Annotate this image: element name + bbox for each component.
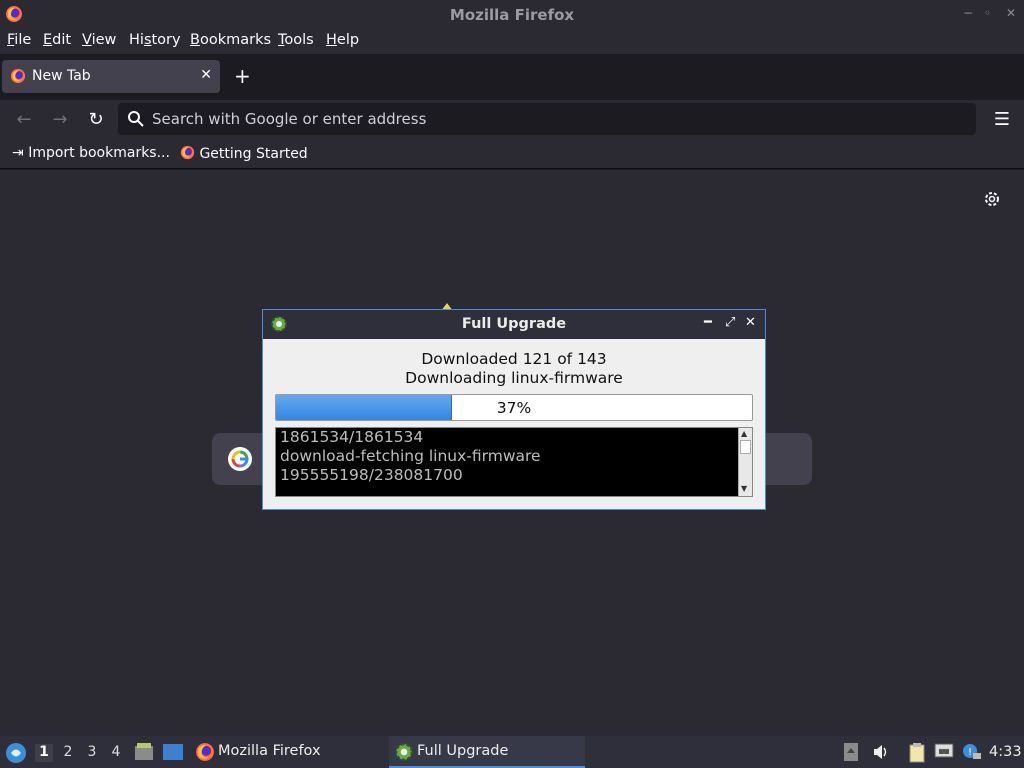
desktop-icon[interactable] (162, 743, 184, 765)
tab-strip: New Tab ✕ + (0, 54, 1024, 100)
workspace-4[interactable]: 4 (107, 744, 125, 762)
log-line: download-fetching linux-firmware (280, 447, 541, 465)
menu-bookmarks[interactable]: Bookmarks (190, 32, 271, 48)
tab-label: New Tab (32, 68, 91, 84)
maximize-button[interactable]: ◦ (984, 6, 991, 20)
task-label: Full Upgrade (417, 743, 509, 759)
menu-bookmarks-rest: ookmarks (199, 32, 272, 48)
menu-file-rest: ile (14, 32, 32, 48)
dialog-minimize-button[interactable]: ━ (704, 315, 712, 330)
navigation-bar: ← → ↻ ☰ (0, 100, 1024, 140)
firefox-bookmark-icon (180, 145, 195, 160)
full-upgrade-dialog: Full Upgrade ━ ⤢ ✕ Downloaded 121 of 143… (262, 309, 766, 510)
menu-bar: File Edit View History Bookmarks Tools H… (0, 29, 1024, 54)
bookmark-import[interactable]: ⇥ Import bookmarks... (12, 145, 170, 161)
menu-history-mnemonic: s (143, 32, 152, 48)
dialog-maximize-button[interactable]: ⤢ (725, 315, 735, 330)
tab-new-tab[interactable]: New Tab ✕ (2, 60, 220, 93)
task-full-upgrade[interactable]: Full Upgrade (389, 736, 585, 768)
dialog-titlebar: Full Upgrade ━ ⤢ ✕ (263, 310, 765, 339)
scroll-up-arrow-icon[interactable]: ▲ (741, 429, 747, 438)
workspace-1[interactable]: 1 (35, 744, 53, 762)
download-status-text: Downloading linux-firmware (405, 369, 623, 387)
scroll-down-arrow-icon[interactable]: ▼ (741, 484, 747, 493)
close-window-button[interactable]: ✕ (1006, 6, 1016, 20)
firefox-task-icon (196, 743, 214, 761)
menu-tools[interactable]: Tools (278, 32, 314, 48)
scroll-thumb[interactable] (740, 440, 751, 454)
dialog-title: Full Upgrade (461, 316, 567, 332)
bookmark-import-label: Import bookmarks... (28, 145, 170, 161)
log-output[interactable]: 1861534/1861534 download-fetching linux-… (275, 427, 753, 497)
svg-text:!: ! (968, 747, 972, 758)
menu-tools-rest: ools (284, 32, 314, 48)
new-tab-button[interactable]: + (234, 66, 251, 86)
back-button[interactable]: ← (12, 108, 36, 132)
close-tab-icon[interactable]: ✕ (200, 67, 212, 83)
clipboard-icon[interactable] (907, 743, 927, 767)
menu-edit-rest: dit (52, 32, 72, 48)
window-title: Mozilla Firefox (449, 6, 575, 24)
menu-view-rest: iew (91, 32, 117, 48)
forward-button[interactable]: → (48, 108, 72, 132)
network-icon[interactable] (934, 743, 954, 765)
import-icon: ⇥ (12, 145, 24, 161)
menu-help[interactable]: Help (326, 32, 359, 48)
minimize-button[interactable]: − (963, 6, 973, 20)
progress-label: 37% (496, 399, 532, 417)
workspace-2[interactable]: 2 (59, 744, 77, 762)
log-line: 195555198/238081700 (280, 466, 463, 484)
eject-icon[interactable] (844, 743, 858, 765)
menu-bookmarks-mnemonic: B (190, 32, 200, 48)
bookmarks-toolbar: ⇥ Import bookmarks... Getting Started (0, 140, 1024, 169)
taskbar: 1 2 3 4 Mozilla Firefox Full Upgrade ! 4… (0, 736, 1024, 768)
notification-icon[interactable]: ! (962, 743, 982, 765)
menu-history[interactable]: History (129, 32, 181, 48)
google-icon (228, 447, 252, 471)
menu-help-rest: elp (336, 32, 360, 48)
volume-icon[interactable] (872, 743, 890, 765)
url-bar[interactable] (118, 103, 976, 135)
bookmark-getting-started-label: Getting Started (199, 146, 308, 162)
search-icon (127, 110, 145, 132)
task-label: Mozilla Firefox (218, 743, 321, 759)
menu-view[interactable]: View (82, 32, 116, 48)
download-count-text: Downloaded 121 of 143 (421, 350, 607, 368)
log-line: 1861534/1861534 (280, 428, 424, 446)
task-mozilla-firefox[interactable]: Mozilla Firefox (192, 736, 382, 768)
reload-button[interactable]: ↻ (84, 108, 108, 132)
window-titlebar: Mozilla Firefox − ◦ ✕ (0, 0, 1024, 29)
dialog-close-button[interactable]: ✕ (745, 315, 756, 330)
menu-history-rest: tory (151, 32, 181, 48)
start-menu-icon[interactable] (5, 742, 27, 768)
menu-history-pre: Hi (129, 32, 144, 48)
log-scrollbar[interactable]: ▲ ▼ (738, 428, 752, 496)
hamburger-menu-icon[interactable]: ☰ (994, 109, 1010, 130)
menu-view-mnemonic: V (82, 32, 92, 48)
clock: 4:33 (989, 744, 1022, 760)
menu-file[interactable]: File (7, 32, 31, 48)
upgrade-progress-bar: 37% (275, 394, 753, 421)
bookmark-getting-started[interactable]: Getting Started (180, 145, 308, 162)
workspace-3[interactable]: 3 (83, 744, 101, 762)
gear-task-icon (395, 743, 413, 761)
menu-edit[interactable]: Edit (43, 32, 71, 48)
menu-help-mnemonic: H (326, 32, 337, 48)
file-manager-icon[interactable] (134, 742, 154, 766)
gear-icon[interactable] (983, 190, 1001, 212)
url-input[interactable] (152, 103, 952, 135)
menu-edit-mnemonic: E (43, 32, 53, 48)
firefox-tab-icon (10, 68, 26, 88)
